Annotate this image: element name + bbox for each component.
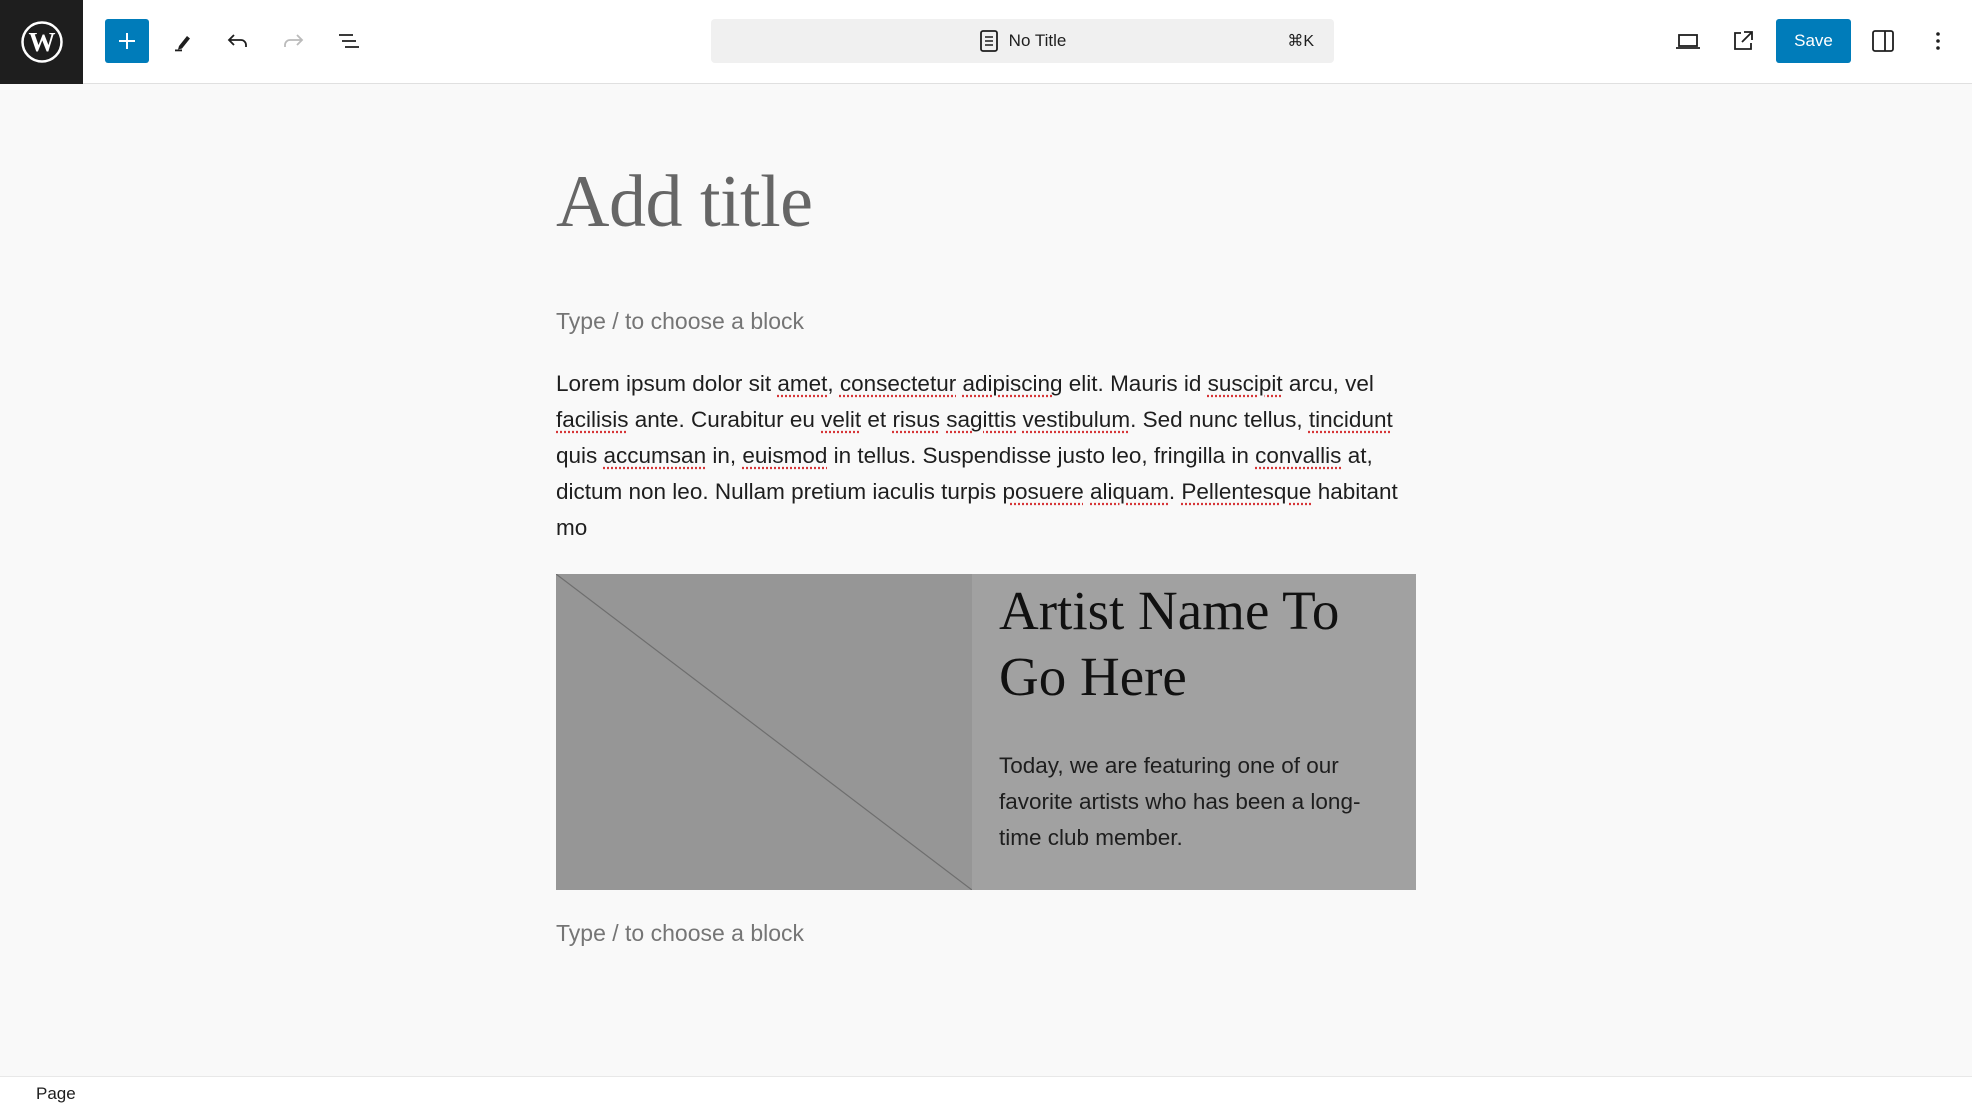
spellcheck-word: aliquam xyxy=(1090,479,1169,504)
text-run: elit. Mauris id xyxy=(1062,371,1208,396)
paragraph-block[interactable]: Lorem ipsum dolor sit amet, consectetur … xyxy=(556,366,1416,546)
undo-icon xyxy=(227,34,247,47)
spellcheck-word: accumsan xyxy=(603,443,707,468)
spellcheck-word: Pellentesque xyxy=(1181,479,1312,504)
settings-sidebar-button[interactable] xyxy=(1861,19,1905,63)
text-run: ante. Curabitur eu xyxy=(628,407,822,432)
view-button[interactable] xyxy=(1666,19,1710,63)
spellcheck-word: vestibulum xyxy=(1022,407,1131,432)
page-icon xyxy=(979,30,998,52)
view-page-button[interactable] xyxy=(1721,19,1765,63)
spellcheck-word: posuere xyxy=(1002,479,1084,504)
placeholder-diagonal-icon xyxy=(556,574,972,890)
text-run: Lorem ipsum dolor sit xyxy=(556,371,778,396)
text-run: . xyxy=(1168,479,1182,504)
wordpress-icon: W xyxy=(20,21,63,63)
text-run: in tellus. Suspendisse justo leo, fringi… xyxy=(827,443,1256,468)
list-view-icon xyxy=(339,34,359,48)
breadcrumb-page[interactable]: Page xyxy=(36,1084,76,1104)
list-view-button[interactable] xyxy=(327,19,371,63)
spellcheck-word: euismod xyxy=(742,443,828,468)
block-appender-2[interactable]: Type / to choose a block xyxy=(556,920,804,947)
save-button[interactable]: Save xyxy=(1776,19,1851,63)
block-appender-1[interactable]: Type / to choose a block xyxy=(556,308,804,335)
media-content: Artist Name To Go Here Today, we are fea… xyxy=(972,574,1416,890)
spellcheck-word: adipiscing xyxy=(962,371,1063,396)
text-run: et xyxy=(861,407,893,432)
svg-text:W: W xyxy=(28,27,55,57)
spellcheck-word: suscipit xyxy=(1207,371,1283,396)
spellcheck-word: amet xyxy=(777,371,828,396)
spellcheck-word: consectetur xyxy=(839,371,957,396)
text-run: , xyxy=(827,371,840,396)
redo-icon xyxy=(284,34,304,47)
post-title-input[interactable]: Add title xyxy=(556,160,813,245)
tools-button[interactable] xyxy=(160,19,204,63)
spellcheck-word: velit xyxy=(821,407,862,432)
media-text-block[interactable]: Artist Name To Go Here Today, we are fea… xyxy=(556,574,1416,890)
command-shortcut: ⌘K xyxy=(1287,33,1314,50)
text-run: in, xyxy=(706,443,743,468)
undo-button[interactable] xyxy=(216,19,260,63)
more-vertical-icon xyxy=(1936,32,1940,50)
external-link-icon xyxy=(1734,31,1753,50)
text-run: arcu, vel xyxy=(1282,371,1374,396)
media-image-placeholder[interactable] xyxy=(556,574,972,890)
spellcheck-word: sagittis xyxy=(946,407,1017,432)
redo-button[interactable] xyxy=(271,19,315,63)
spellcheck-word: facilisis xyxy=(556,407,629,432)
spellcheck-word: risus xyxy=(892,407,940,432)
media-heading[interactable]: Artist Name To Go Here xyxy=(999,578,1402,710)
spellcheck-word: convallis xyxy=(1255,443,1342,468)
plus-icon xyxy=(119,33,135,49)
laptop-icon xyxy=(1676,34,1700,49)
pen-icon xyxy=(175,36,190,52)
editor-footer: Page xyxy=(0,1076,1972,1110)
editor-header: W No Title ⌘K Save xyxy=(0,0,1972,84)
text-run: . Sed nunc tellus, xyxy=(1130,407,1309,432)
options-button[interactable] xyxy=(1916,19,1960,63)
sidebar-icon xyxy=(1872,30,1894,52)
spellcheck-word: tincidunt xyxy=(1308,407,1393,432)
text-run: quis xyxy=(556,443,604,468)
media-body-text[interactable]: Today, we are featuring one of our favor… xyxy=(999,748,1402,856)
document-bar[interactable]: No Title ⌘K xyxy=(711,19,1334,63)
add-block-button[interactable] xyxy=(105,19,149,63)
wordpress-logo[interactable]: W xyxy=(0,0,83,84)
document-title: No Title xyxy=(1008,31,1067,50)
